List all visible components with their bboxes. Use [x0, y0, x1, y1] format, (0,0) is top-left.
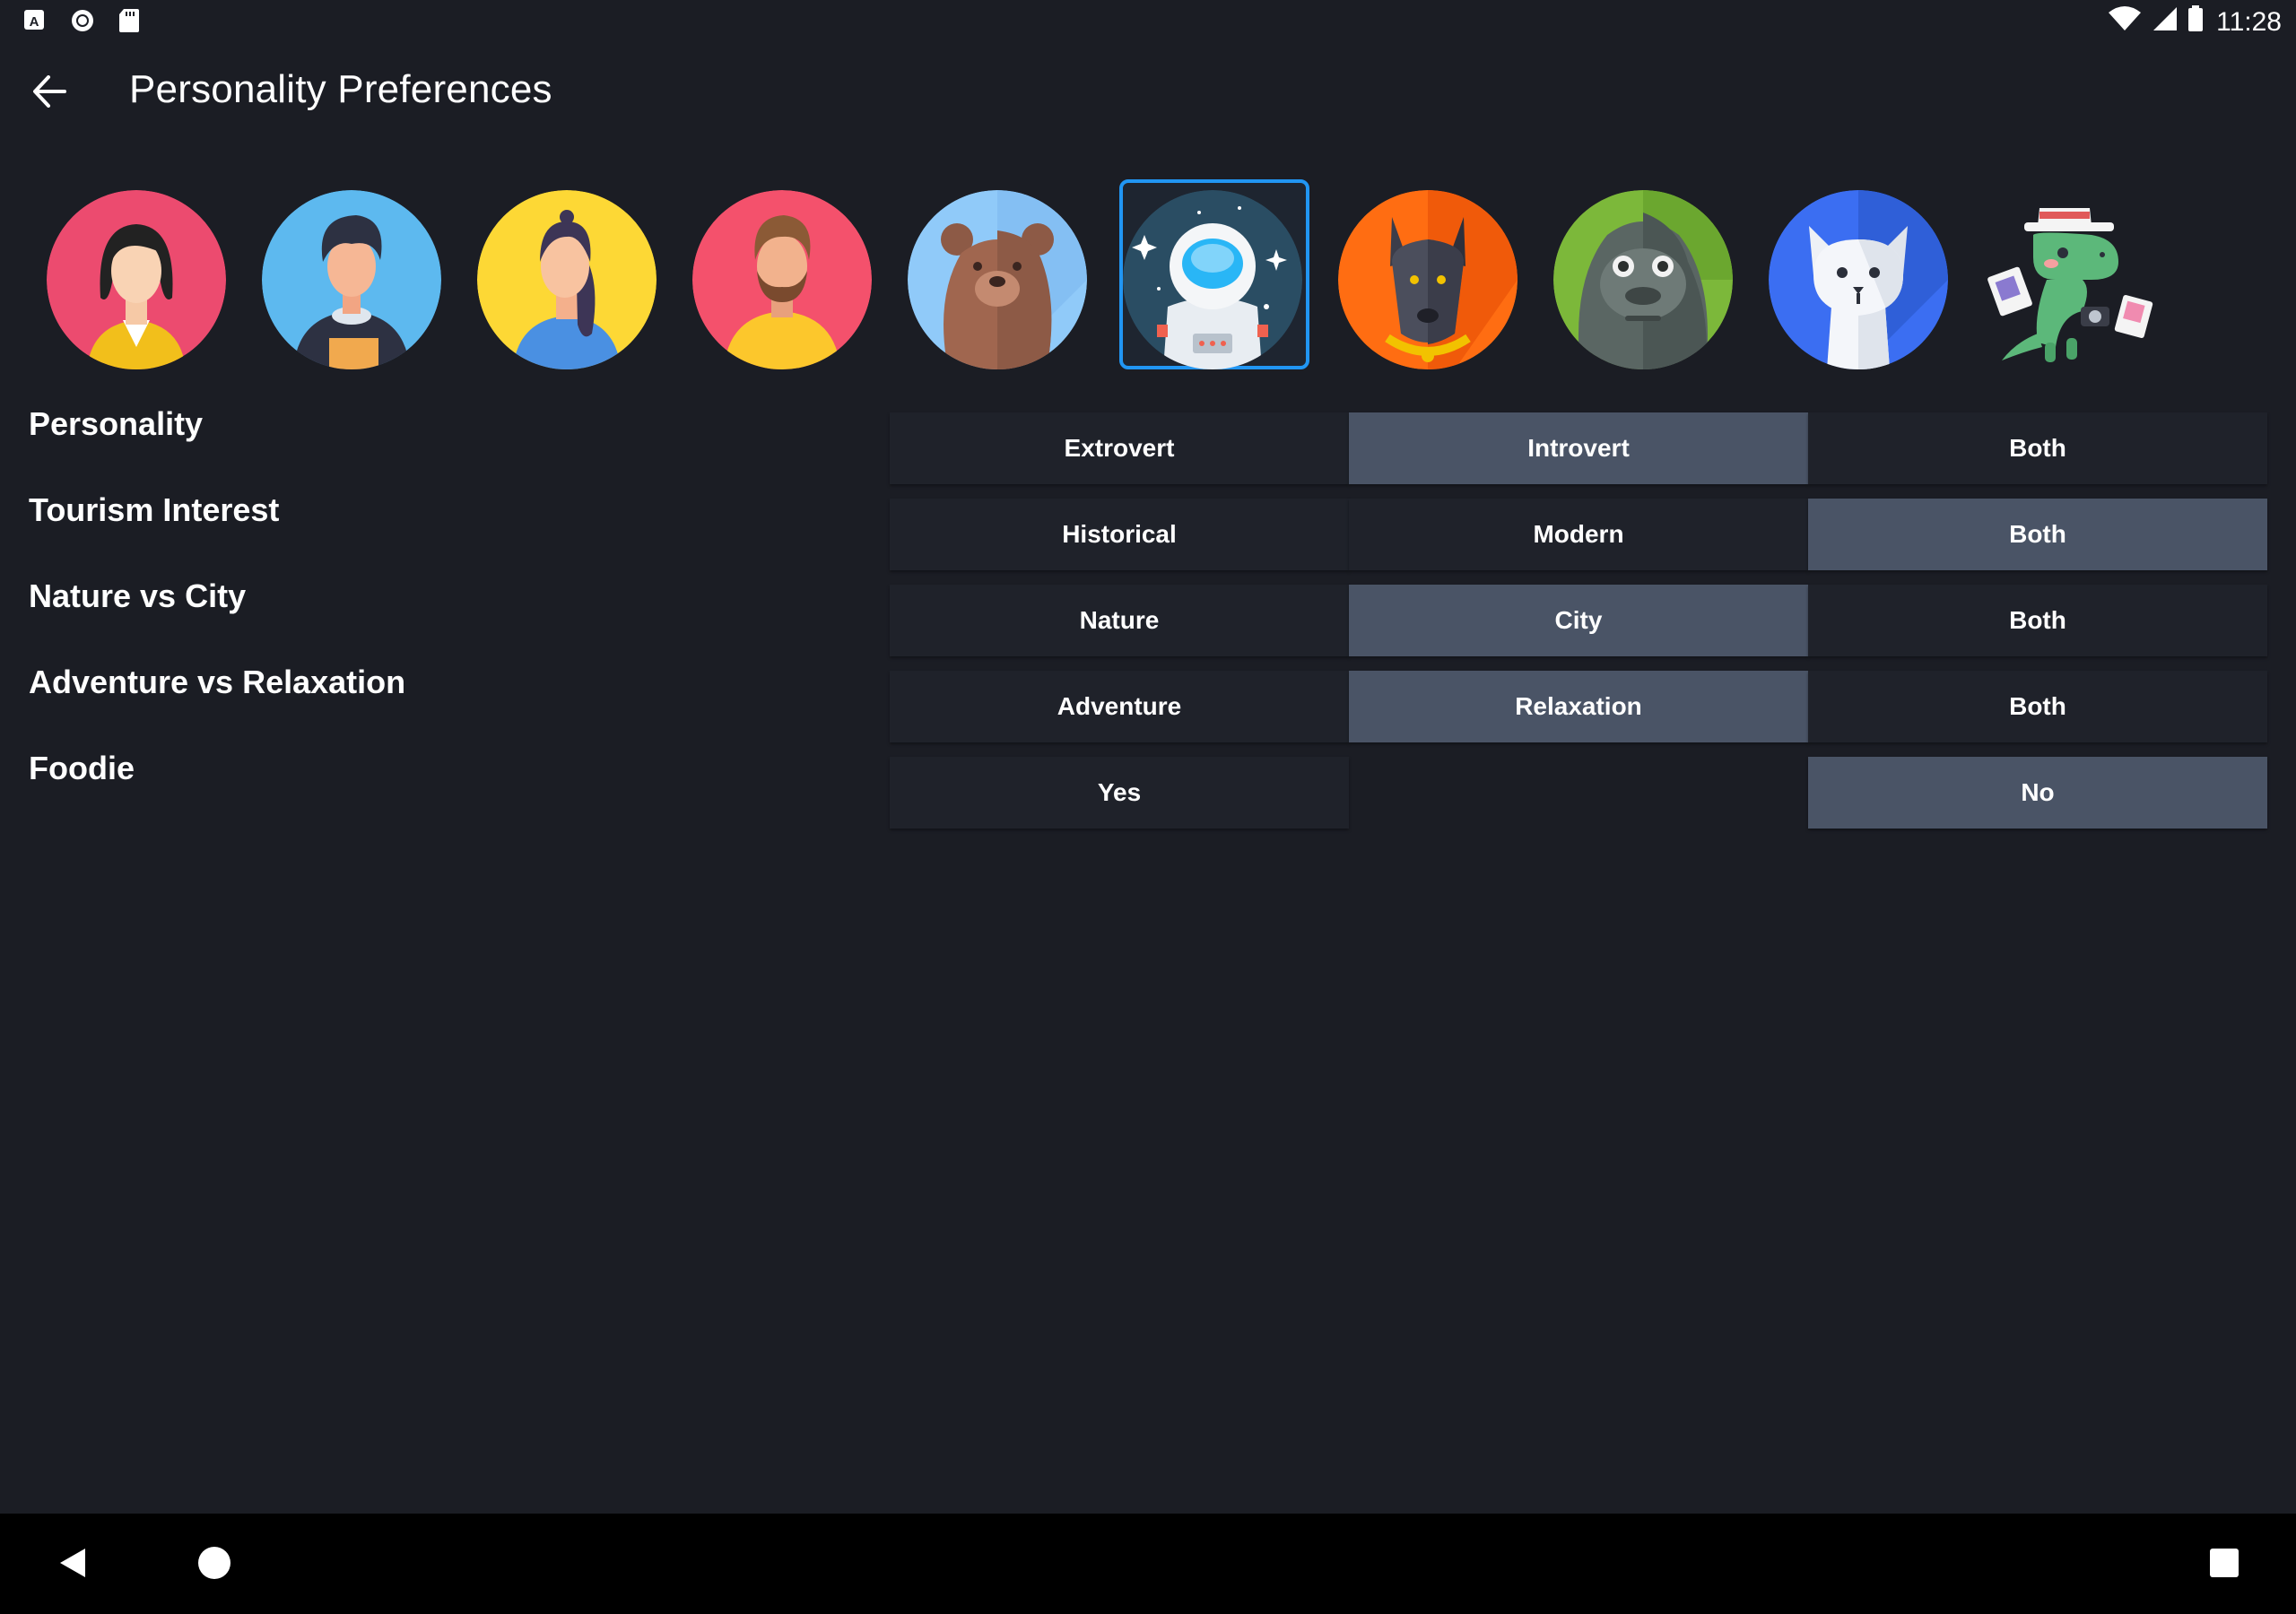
- gorilla-avatar[interactable]: [1553, 190, 1733, 369]
- home-circle-icon: [196, 1545, 232, 1585]
- option-tourism-both[interactable]: Both: [1808, 499, 2267, 570]
- sd-card-icon: [118, 8, 140, 38]
- option-adventure[interactable]: Adventure: [890, 671, 1349, 742]
- option-historical[interactable]: Historical: [890, 499, 1349, 570]
- app-bar: Personality Preferences: [0, 47, 2296, 140]
- option-city[interactable]: City: [1349, 585, 1808, 656]
- dinosaur-tourist-avatar[interactable]: [1984, 190, 2163, 369]
- white-cat-avatar[interactable]: [1769, 190, 1948, 369]
- option-nature[interactable]: Nature: [890, 585, 1349, 656]
- svg-text:A: A: [30, 14, 39, 30]
- bear-avatar[interactable]: [908, 190, 1087, 369]
- label-nature-vs-city: Nature vs City: [29, 577, 247, 614]
- nav-back-button[interactable]: [50, 1542, 95, 1587]
- arrow-left-icon: [32, 74, 68, 112]
- dog-avatar[interactable]: [1338, 190, 1518, 369]
- adventure-vs-relaxation-options: Adventure Relaxation Both: [890, 671, 2267, 742]
- label-tourism-interest: Tourism Interest: [29, 491, 280, 528]
- astronaut-avatar[interactable]: [1123, 190, 1302, 369]
- status-right-icons: 11:28: [2107, 5, 2282, 39]
- back-triangle-icon: [55, 1545, 91, 1585]
- foodie-options: Yes No: [890, 757, 2267, 829]
- option-adventure-relaxation-both[interactable]: Both: [1808, 671, 2267, 742]
- option-introvert[interactable]: Introvert: [1349, 412, 1808, 484]
- status-left-icons: A: [23, 8, 140, 38]
- status-time: 11:28: [2216, 7, 2282, 37]
- recents-square-icon: [2208, 1547, 2240, 1584]
- wifi-icon: [2107, 5, 2143, 39]
- woman-black-hair-avatar[interactable]: [47, 190, 226, 369]
- option-no[interactable]: No: [1808, 757, 2267, 829]
- nature-vs-city-options: Nature City Both: [890, 585, 2267, 656]
- nav-recents-button[interactable]: [2202, 1542, 2247, 1587]
- label-adventure-vs-relaxation: Adventure vs Relaxation: [29, 664, 406, 700]
- back-button[interactable]: [18, 70, 83, 117]
- option-modern[interactable]: Modern: [1349, 499, 1808, 570]
- circle-record-icon: [70, 8, 95, 38]
- man-dark-hoodie-avatar[interactable]: [262, 190, 441, 369]
- option-yes[interactable]: Yes: [890, 757, 1349, 829]
- option-personality-both[interactable]: Both: [1808, 412, 2267, 484]
- cellular-signal-icon: [2152, 5, 2179, 39]
- a-letter-icon: A: [23, 9, 47, 37]
- personality-options: Extrovert Introvert Both: [890, 412, 2267, 484]
- woman-ponytail-avatar[interactable]: [477, 190, 657, 369]
- page-title: Personality Preferences: [129, 67, 552, 111]
- avatar-strip: [0, 179, 2296, 386]
- option-empty: [1349, 757, 1808, 829]
- option-relaxation[interactable]: Relaxation: [1349, 671, 1808, 742]
- nav-home-button[interactable]: [192, 1542, 237, 1587]
- man-beard-avatar[interactable]: [692, 190, 872, 369]
- option-extrovert[interactable]: Extrovert: [890, 412, 1349, 484]
- navigation-bar: [0, 1514, 2296, 1614]
- label-foodie: Foodie: [29, 750, 135, 786]
- status-bar: A 11:28: [0, 0, 2296, 45]
- tourism-interest-options: Historical Modern Both: [890, 499, 2267, 570]
- option-nature-city-both[interactable]: Both: [1808, 585, 2267, 656]
- label-personality: Personality: [29, 405, 204, 442]
- battery-icon: [2187, 5, 2204, 39]
